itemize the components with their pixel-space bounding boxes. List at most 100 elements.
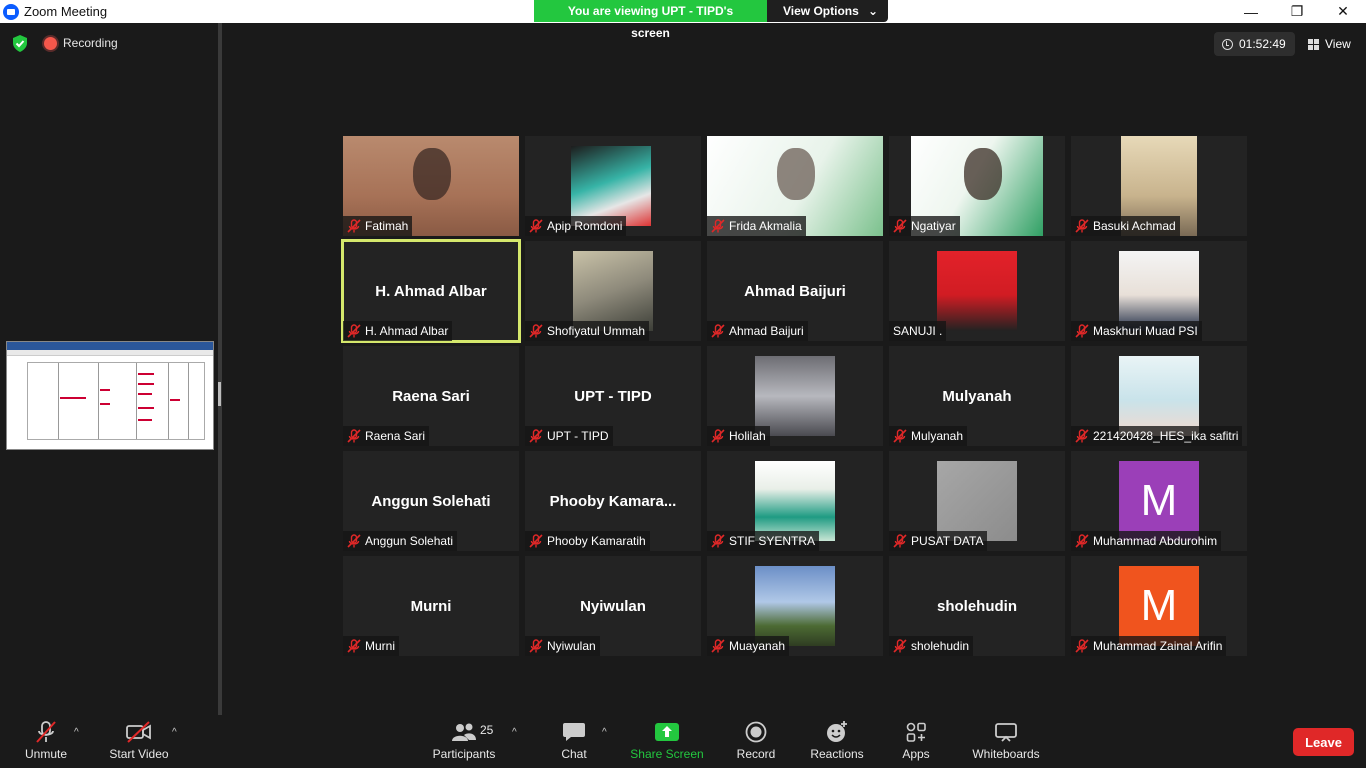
reactions-label: Reactions bbox=[810, 747, 864, 761]
participant-tile[interactable]: Basuki Achmad bbox=[1071, 136, 1247, 236]
window-title: Zoom Meeting bbox=[24, 4, 108, 19]
reactions-button[interactable]: Reactions bbox=[808, 715, 866, 768]
participant-tile[interactable]: Apip Romdoni bbox=[525, 136, 701, 236]
participant-tile[interactable]: Frida Akmalia bbox=[707, 136, 883, 236]
microphone-muted-icon bbox=[347, 324, 361, 338]
participant-tile[interactable]: Muayanah bbox=[707, 556, 883, 656]
microphone-muted-icon bbox=[711, 219, 725, 233]
whiteboard-icon bbox=[991, 720, 1021, 744]
participants-options-caret[interactable]: ^ bbox=[512, 727, 517, 738]
screen-share-banner: You are viewing UPT - TIPD's screen View… bbox=[534, 0, 888, 40]
leave-meeting-button[interactable]: Leave bbox=[1293, 728, 1354, 756]
shared-document-ribbon bbox=[7, 350, 213, 356]
participant-tile[interactable]: SANUJI . bbox=[889, 241, 1065, 341]
participant-tile[interactable]: Murni Murni bbox=[343, 556, 519, 656]
share-screen-button[interactable]: Share Screen bbox=[630, 715, 704, 768]
participant-name: Shofiyatul Ummah bbox=[547, 324, 646, 338]
microphone-muted-icon bbox=[711, 534, 725, 548]
participant-name: Apip Romdoni bbox=[547, 219, 623, 233]
participant-name-bar: Frida Akmalia bbox=[707, 216, 806, 236]
participant-tile[interactable]: Ngatiyar bbox=[889, 136, 1065, 236]
participant-tile[interactable]: Nyiwulan Nyiwulan bbox=[525, 556, 701, 656]
zoom-logo-icon bbox=[3, 3, 19, 20]
unmute-button[interactable]: Unmute bbox=[20, 715, 72, 768]
microphone-muted-icon bbox=[893, 639, 907, 653]
meeting-timer: 01:52:49 bbox=[1214, 32, 1295, 56]
participant-profile-photo bbox=[1119, 356, 1199, 436]
microphone-muted-icon bbox=[347, 429, 361, 443]
start-video-button[interactable]: Start Video bbox=[106, 715, 172, 768]
participant-name-bar: Muhammad Zainal Arifin bbox=[1071, 636, 1227, 656]
microphone-muted-icon bbox=[529, 324, 543, 338]
record-button[interactable]: Record bbox=[734, 715, 778, 768]
participant-name-bar: Ngatiyar bbox=[889, 216, 960, 236]
participant-name-bar: Muayanah bbox=[707, 636, 790, 656]
microphone-muted-icon bbox=[1075, 534, 1089, 548]
microphone-muted-icon bbox=[893, 219, 907, 233]
video-options-caret[interactable]: ^ bbox=[172, 727, 177, 738]
grid-view-icon bbox=[1308, 38, 1319, 50]
shared-document-titlebar bbox=[7, 342, 213, 350]
zoom-meeting-window: Zoom Meeting — ❐ ✕ You are viewing UPT -… bbox=[0, 0, 1366, 768]
microphone-muted-icon bbox=[1075, 639, 1089, 653]
viewing-screen-label: You are viewing UPT - TIPD's screen bbox=[534, 0, 767, 40]
microphone-muted-icon bbox=[711, 639, 725, 653]
microphone-muted-icon bbox=[529, 639, 543, 653]
participant-name-bar: 221420428_HES_ika safitri bbox=[1071, 426, 1243, 446]
participant-name-bar: Nyiwulan bbox=[525, 636, 600, 656]
participant-tile[interactable]: Holilah bbox=[707, 346, 883, 446]
shared-document-table bbox=[27, 362, 205, 440]
close-button[interactable]: ✕ bbox=[1320, 0, 1366, 23]
audio-options-caret[interactable]: ^ bbox=[74, 727, 79, 738]
participant-tile[interactable]: STIF SYENTRA bbox=[707, 451, 883, 551]
microphone-muted-icon bbox=[347, 219, 361, 233]
panel-divider[interactable] bbox=[218, 23, 222, 715]
participant-tile[interactable]: Mulyanah Mulyanah bbox=[889, 346, 1065, 446]
window-controls: — ❐ ✕ bbox=[1228, 0, 1366, 23]
participant-tile[interactable]: Ahmad Baijuri Ahmad Baijuri bbox=[707, 241, 883, 341]
chat-label: Chat bbox=[561, 747, 587, 761]
participant-letter-avatar: M bbox=[1119, 461, 1199, 541]
participant-tile[interactable]: Phooby Kamara... Phooby Kamaratih bbox=[525, 451, 701, 551]
participant-name-bar: H. Ahmad Albar bbox=[343, 321, 453, 341]
panel-resize-handle[interactable] bbox=[218, 382, 221, 406]
participant-tile[interactable]: Shofiyatul Ummah bbox=[525, 241, 701, 341]
participant-tile[interactable]: Fatimah bbox=[343, 136, 519, 236]
participant-tile[interactable]: sholehudin sholehudin bbox=[889, 556, 1065, 656]
participant-name-bar: UPT - TIPD bbox=[525, 426, 613, 446]
participant-letter-avatar: M bbox=[1119, 566, 1199, 646]
participant-tile[interactable]: H. Ahmad Albar H. Ahmad Albar bbox=[341, 239, 521, 343]
apps-label: Apps bbox=[902, 747, 930, 761]
participant-name-bar: Apip Romdoni bbox=[525, 216, 627, 236]
participant-profile-photo bbox=[1119, 251, 1199, 331]
unmute-label: Unmute bbox=[24, 747, 68, 761]
participants-count: 25 bbox=[480, 723, 494, 737]
recording-dot-icon bbox=[44, 36, 57, 50]
chat-options-caret[interactable]: ^ bbox=[602, 727, 607, 738]
participant-display-name: UPT - TIPD bbox=[574, 388, 652, 405]
participant-tile[interactable]: Maskhuri Muad PSI bbox=[1071, 241, 1247, 341]
participant-tile[interactable]: M Muhammad Zainal Arifin bbox=[1071, 556, 1247, 656]
participant-name: Ahmad Baijuri bbox=[729, 324, 804, 338]
participant-name-bar: Anggun Solehati bbox=[343, 531, 458, 551]
recording-indicator[interactable]: Recording bbox=[44, 36, 118, 50]
participant-tile[interactable]: UPT - TIPD UPT - TIPD bbox=[525, 346, 701, 446]
participant-tile[interactable]: 221420428_HES_ika safitri bbox=[1071, 346, 1247, 446]
participants-label: Participants bbox=[432, 747, 496, 761]
view-button[interactable]: View bbox=[1302, 32, 1358, 56]
participant-tile[interactable]: Raena Sari Raena Sari bbox=[343, 346, 519, 446]
whiteboards-button[interactable]: Whiteboards bbox=[968, 715, 1044, 768]
minimize-button[interactable]: — bbox=[1228, 0, 1274, 23]
apps-button[interactable]: Apps bbox=[896, 715, 936, 768]
participant-name-bar: PUSAT DATA bbox=[889, 531, 988, 551]
start-video-label: Start Video bbox=[109, 747, 169, 761]
participant-name-bar: Phooby Kamaratih bbox=[525, 531, 650, 551]
restore-button[interactable]: ❐ bbox=[1274, 0, 1320, 23]
shared-screen-thumbnail[interactable] bbox=[6, 341, 214, 450]
participant-tile[interactable]: M Muhammad Abdurohim bbox=[1071, 451, 1247, 551]
chat-button[interactable]: Chat bbox=[556, 715, 592, 768]
participant-tile[interactable]: PUSAT DATA bbox=[889, 451, 1065, 551]
view-options-button[interactable]: View Options ⌄ bbox=[767, 0, 888, 22]
video-camera-off-icon bbox=[124, 720, 154, 744]
participant-tile[interactable]: Anggun Solehati Anggun Solehati bbox=[343, 451, 519, 551]
